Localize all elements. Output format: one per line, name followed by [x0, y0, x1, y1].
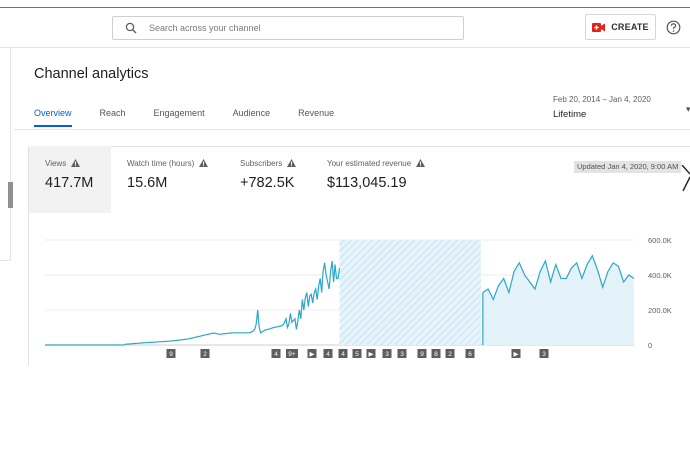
annotation-label: 8 [434, 351, 438, 358]
video-camera-icon [592, 22, 606, 32]
metric-views-value: 417.7M [45, 175, 94, 191]
warning-icon [199, 159, 209, 167]
metric-revenue-label: Your estimated revenue [327, 159, 412, 168]
annotation-label: 3 [385, 351, 389, 358]
annotation-label: 9 [420, 351, 424, 358]
metric-views-label: Views [45, 159, 67, 168]
warning-icon [416, 159, 426, 167]
series-line [45, 260, 341, 346]
annotation-label: 3 [542, 351, 546, 358]
metric-watch-time-label: Watch time (hours) [127, 159, 195, 168]
highlighted-range [339, 240, 481, 345]
annotation-label: 4 [341, 351, 345, 358]
annotation-label: 9 [169, 351, 173, 358]
search-input[interactable] [149, 20, 449, 36]
create-label: CREATE [611, 22, 649, 32]
create-button[interactable]: CREATE [585, 14, 656, 40]
sidebar-scrollbar[interactable] [8, 182, 13, 208]
metric-watch-time-value: 15.6M [127, 175, 168, 191]
metric-revenue-value: $113,045.19 [327, 175, 407, 191]
period-dropdown-icon[interactable]: ▾ [686, 104, 690, 115]
tab-engagement[interactable]: Engagement [154, 108, 205, 127]
warning-icon [287, 159, 297, 167]
metric-revenue[interactable]: Your estimated revenue $113,045.19 [311, 146, 431, 213]
search-icon [125, 22, 137, 34]
y-tick-label: 600.0K [648, 236, 672, 245]
annotation-label: 4 [326, 351, 330, 358]
period-selector[interactable]: Lifetime [553, 109, 586, 120]
search-box[interactable] [112, 16, 464, 40]
tab-reach[interactable]: Reach [100, 108, 126, 127]
series-area [482, 255, 634, 345]
metric-subscribers[interactable]: Subscribers +782.5K [224, 146, 311, 213]
annotation-label: 4 [274, 351, 278, 358]
top-bar: CREATE [0, 8, 690, 48]
y-tick-label: 0 [648, 341, 652, 350]
y-tick-label: 200.0K [648, 306, 672, 315]
metric-subscribers-value: +782.5K [240, 175, 295, 191]
annotation-label: 3 [400, 351, 404, 358]
warning-icon [71, 159, 81, 167]
updated-timestamp: Updated Jan 4, 2020, 9:00 AM [574, 161, 682, 173]
tabs-divider [14, 129, 690, 130]
y-tick-label: 400.0K [648, 271, 672, 280]
views-chart: 0200.0K400.0K600.0K 9 2 4 9+ ▶ 4 4 5 ▶ 3 3 9 8 2 6 ▶ 3 [45, 236, 672, 358]
tabs-bar: Overview Reach Engagement Audience Reven… [34, 108, 362, 127]
annotation-label: 9+ [288, 351, 296, 358]
annotation-label: 2 [203, 351, 207, 358]
tab-revenue[interactable]: Revenue [298, 108, 334, 127]
tab-audience[interactable]: Audience [233, 108, 271, 127]
tab-overview[interactable]: Overview [34, 108, 72, 127]
metric-subscribers-label: Subscribers [240, 159, 283, 168]
metric-watch-time[interactable]: Watch time (hours) 15.6M [111, 146, 224, 213]
annotation-label: 5 [355, 351, 359, 358]
metric-views[interactable]: Views 417.7M [29, 146, 111, 213]
page-title: Channel analytics [34, 66, 149, 82]
annotation-label: 2 [448, 351, 452, 358]
chevron-right-icon[interactable] [680, 165, 690, 193]
sidebar-border [10, 48, 11, 260]
help-icon[interactable] [666, 20, 681, 35]
annotation-label: 6 [468, 351, 472, 358]
date-range: Feb 20, 2014 – Jan 4, 2020 [553, 95, 651, 104]
